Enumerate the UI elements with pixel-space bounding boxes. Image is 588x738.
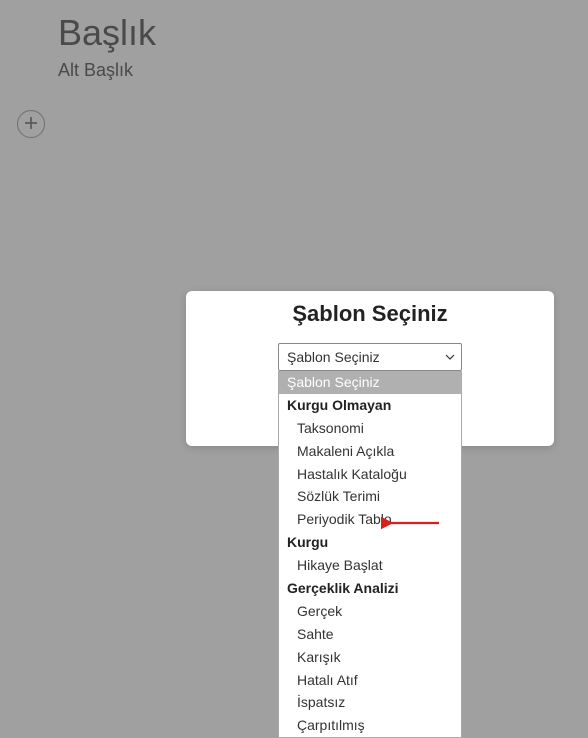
template-select[interactable]: Şablon Seçiniz bbox=[278, 343, 462, 371]
modal-title: Şablon Seçiniz bbox=[186, 301, 554, 327]
template-dropdown: Şablon Seçiniz Kurgu Olmayan Taksonomi M… bbox=[278, 371, 462, 738]
add-button[interactable] bbox=[17, 110, 45, 138]
dropdown-item[interactable]: Makaleni Açıkla bbox=[279, 440, 461, 463]
plus-icon bbox=[24, 115, 38, 133]
dropdown-item[interactable]: Taksonomi bbox=[279, 417, 461, 440]
page-title: Başlık bbox=[58, 12, 588, 54]
dropdown-placeholder[interactable]: Şablon Seçiniz bbox=[279, 371, 461, 394]
dropdown-item[interactable]: Karışık bbox=[279, 646, 461, 669]
dropdown-item[interactable]: Çarpıtılmış bbox=[279, 714, 461, 737]
dropdown-item[interactable]: Gerçek bbox=[279, 600, 461, 623]
dropdown-item[interactable]: Periyodik Tablo bbox=[279, 508, 461, 531]
dropdown-group: Gerçeklik Analizi bbox=[279, 577, 461, 600]
chevron-down-icon bbox=[445, 344, 455, 370]
select-value: Şablon Seçiniz bbox=[287, 349, 380, 365]
dropdown-item[interactable]: Hastalık Kataloğu bbox=[279, 463, 461, 486]
page-subtitle: Alt Başlık bbox=[58, 60, 588, 81]
dropdown-item[interactable]: İspatsız bbox=[279, 691, 461, 714]
dropdown-group: Kurgu Olmayan bbox=[279, 394, 461, 417]
dropdown-item[interactable]: Hatalı Atıf bbox=[279, 669, 461, 692]
dropdown-item[interactable]: Sahte bbox=[279, 623, 461, 646]
dropdown-item[interactable]: Sözlük Terimi bbox=[279, 485, 461, 508]
dropdown-item[interactable]: Hikaye Başlat bbox=[279, 554, 461, 577]
dropdown-group: Kurgu bbox=[279, 531, 461, 554]
